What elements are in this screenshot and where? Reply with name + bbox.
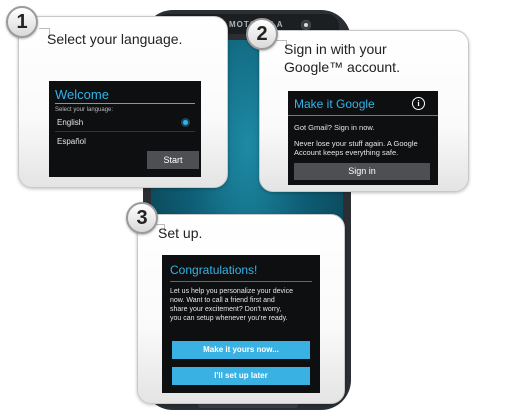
congratulations-body-line2: now. Want to call a friend first and	[170, 297, 275, 304]
set-up-later-button[interactable]: I'll set up later	[172, 367, 310, 385]
google-description-line1: Never lose your stuff again. A Google	[294, 139, 418, 148]
step-3-text: Set up.	[158, 225, 203, 241]
make-it-yours-button[interactable]: Make it yours now...	[172, 341, 310, 359]
step-1-text: Select your language.	[47, 31, 183, 47]
camera-icon	[301, 20, 311, 30]
gmail-prompt: Got Gmail? Sign in now.	[294, 123, 375, 132]
google-dialog-title: Make it Google	[294, 97, 375, 111]
welcome-dialog: Welcome Select your language: English Es…	[49, 81, 201, 177]
language-option-espanol[interactable]: Español	[57, 137, 86, 147]
congratulations-dialog: Congratulations! Let us help you persona…	[162, 255, 320, 393]
sign-in-button[interactable]: Sign in	[294, 163, 430, 180]
language-prompt: Select your language:	[55, 107, 114, 113]
step-3-number-badge: 3	[126, 202, 158, 234]
english-radio-selected-icon[interactable]	[183, 120, 188, 125]
google-dialog-divider	[288, 115, 438, 116]
congratulations-body-line1: Let us help you personalize your device	[170, 288, 293, 295]
language-option-english[interactable]: English	[57, 118, 83, 128]
step-2-text-line2: Google™ account.	[284, 59, 400, 75]
congratulations-body-line3: share your excitement? Don't worry,	[170, 306, 282, 313]
info-icon[interactable]: i	[412, 97, 425, 110]
language-separator	[55, 131, 195, 132]
step-1-card: Select your language. Welcome Select you…	[18, 16, 228, 188]
congratulations-divider	[170, 281, 312, 282]
make-it-google-dialog: Make it Google i Got Gmail? Sign in now.…	[288, 91, 438, 185]
welcome-dialog-divider	[55, 103, 195, 104]
step-3-card: Set up. Congratulations! Let us help you…	[137, 214, 345, 404]
congratulations-body-line4: you can setup whenever you're ready.	[170, 315, 288, 322]
step-2-text-line1: Sign in with your	[284, 41, 387, 57]
step-2-number-badge: 2	[246, 18, 278, 50]
step-2-card: Sign in with your Google™ account. Make …	[259, 30, 469, 192]
google-description-line2: Account keeps everything safe.	[294, 148, 399, 157]
congratulations-title: Congratulations!	[170, 263, 258, 277]
step-1-number-badge: 1	[6, 6, 38, 38]
start-button[interactable]: Start	[147, 151, 199, 169]
welcome-dialog-title: Welcome	[55, 87, 109, 102]
